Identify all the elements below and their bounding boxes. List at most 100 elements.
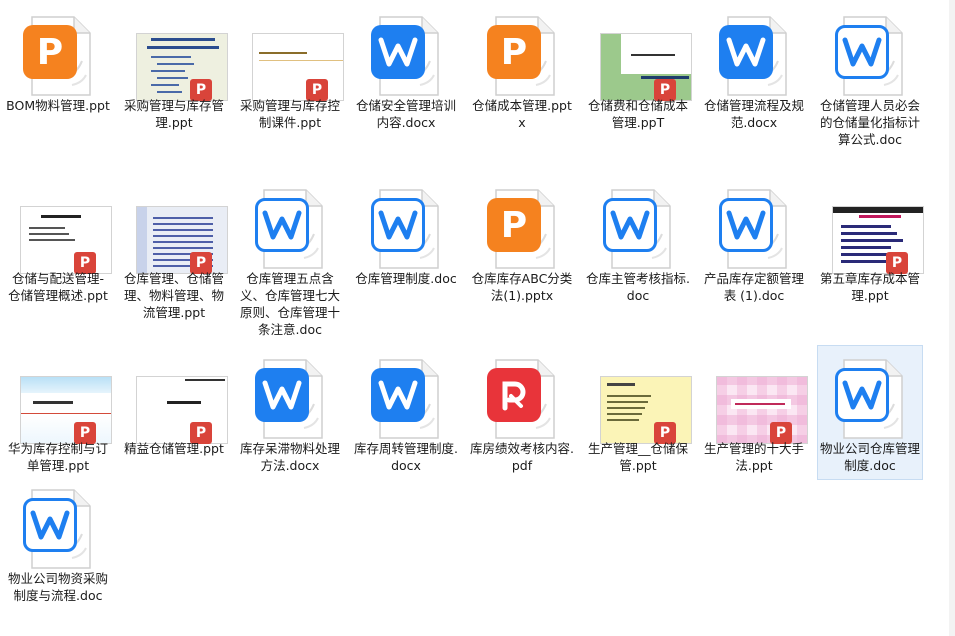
file-item[interactable]: P 仓储与配送管理-仓储管理概述.ppt [5,175,112,335]
file-thumbnail [16,486,100,570]
file-thumbnail: P [132,186,228,274]
slide-thumbnail [600,376,692,444]
wps-writer-icon [23,498,77,552]
wps-writer-icon [255,368,309,422]
file-name-label: 仓储管理人员必会的仓储量化指标计算公式.doc [819,98,920,147]
file-item[interactable]: P 仓储费和仓储成本管理.ppT [585,2,692,137]
file-thumbnail [596,186,680,270]
slide-thumbnail [600,33,692,101]
file-thumbnail: P [16,186,112,274]
file-thumbnail: P [16,13,100,97]
file-thumbnail: P [480,13,564,97]
file-name-label: 仓库管理五点含义、仓库管理七大原则、仓库管理十条注意.doc [239,271,340,337]
file-name-label: 物业公司仓库管理制度.doc [819,441,920,473]
slide-thumbnail [136,33,228,101]
file-thumbnail [248,186,332,270]
wps-writer-icon [371,25,425,79]
file-thumbnail [364,356,448,440]
file-item[interactable]: 库存呆滞物料处理方法.docx [237,345,343,480]
file-name-label: 仓储安全管理培训内容.docx [355,98,456,130]
file-thumbnail: P [16,356,112,444]
file-item[interactable]: P BOM物料管理.ppt [5,2,111,137]
file-name-label: 仓储管理流程及规范.docx [703,98,804,130]
file-thumbnail [364,13,448,97]
file-item[interactable]: P 精益仓储管理.ppt [121,345,228,480]
file-item[interactable]: P 华为库存控制与订单管理.ppt [5,345,112,480]
wps-writer-icon [603,198,657,252]
file-item[interactable]: 仓库主管考核指标.doc [585,175,691,335]
file-name-label: 仓库管理、仓储管理、物料管理、物流管理.ppt [123,271,224,320]
file-item[interactable]: P 第五章库存成本管理.ppt [817,175,924,335]
file-thumbnail [712,186,796,270]
file-name-label: 仓储费和仓储成本管理.ppT [587,98,688,130]
file-item[interactable]: P 仓储成本管理.pptx [469,2,575,137]
slide-thumbnail [832,206,924,274]
file-item[interactable]: 物业公司物资采购制度与流程.doc [5,475,111,635]
file-item[interactable]: P 仓库库存ABC分类法(1).pptx [469,175,575,335]
file-item[interactable]: P 采购管理与库存控制课件.ppt [237,2,344,137]
file-name-label: 生产管理__仓储保管.ppt [587,441,688,473]
wps-writer-icon [371,198,425,252]
file-item[interactable]: P 生产管理__仓储保管.ppt [585,345,692,480]
slide-thumbnail [716,376,808,444]
wps-writer-icon [255,198,309,252]
slide-thumbnail [20,206,112,274]
file-name-label: 仓库管理制度.doc [355,271,457,286]
file-name-label: 华为库存控制与订单管理.ppt [7,441,108,473]
slide-thumbnail [20,376,112,444]
vertical-scrollbar[interactable] [949,0,955,636]
file-thumbnail [480,356,564,440]
ppt-icon: P [487,25,541,79]
file-thumbnail: P [248,13,344,101]
slide-thumbnail [136,376,228,444]
file-thumbnail: P [132,13,228,101]
file-item[interactable]: P 生产管理的十大手法.ppt [701,345,808,480]
ppt-icon: P [23,25,77,79]
wps-writer-icon [719,198,773,252]
file-name-label: 仓库主管考核指标.doc [586,271,690,303]
file-item[interactable]: 仓储管理人员必会的仓储量化指标计算公式.doc [817,2,923,147]
wps-writer-icon [835,25,889,79]
file-item[interactable]: 库存周转管理制度.docx [353,345,459,480]
file-item[interactable]: 产品库存定额管理表 (1).doc [701,175,807,335]
file-name-label: 生产管理的十大手法.ppt [703,441,804,473]
file-name-label: BOM物料管理.ppt [6,98,110,113]
file-name-label: 采购管理与库存控制课件.ppt [239,98,340,130]
wps-writer-icon [371,368,425,422]
file-item[interactable]: P 采购管理与库存管理.ppt [121,2,228,137]
wps-writer-icon [719,25,773,79]
file-thumbnail [364,186,448,270]
file-thumbnail: P [596,13,692,101]
file-thumbnail: P [480,186,564,270]
file-thumbnail [248,356,332,440]
file-thumbnail [828,356,912,440]
file-name-label: 库存呆滞物料处理方法.docx [239,441,340,473]
file-name-label: 仓库库存ABC分类法(1).pptx [471,271,573,303]
file-name-label: 采购管理与库存管理.ppt [123,98,224,130]
file-item[interactable]: 仓库管理制度.doc [353,175,459,335]
file-thumbnail: P [828,186,924,274]
file-item[interactable]: 仓库管理五点含义、仓库管理七大原则、仓库管理十条注意.doc [237,175,343,337]
file-name-label: 精益仓储管理.ppt [124,441,224,456]
wps-writer-icon [835,368,889,422]
file-thumbnail [828,13,912,97]
file-thumbnail: P [132,356,228,444]
file-item[interactable]: P 仓库管理、仓储管理、物料管理、物流管理.ppt [121,175,228,335]
slide-thumbnail [136,206,228,274]
file-name-label: 物业公司物资采购制度与流程.doc [7,571,108,603]
file-name-label: 仓储与配送管理-仓储管理概述.ppt [8,271,108,303]
file-item[interactable]: 物业公司仓库管理制度.doc [817,345,923,480]
file-name-label: 产品库存定额管理表 (1).doc [703,271,804,303]
file-name-label: 仓储成本管理.pptx [472,98,572,130]
pdf-icon [487,368,541,422]
file-thumbnail: P [596,356,692,444]
file-item[interactable]: 仓储安全管理培训内容.docx [353,2,459,137]
file-thumbnail: P [712,356,808,444]
ppt-icon: P [487,198,541,252]
slide-thumbnail [252,33,344,101]
file-item[interactable]: 库房绩效考核内容.pdf [469,345,575,480]
file-item[interactable]: 仓储管理流程及规范.docx [701,2,807,137]
file-name-label: 库房绩效考核内容.pdf [470,441,574,473]
file-thumbnail [712,13,796,97]
file-name-label: 第五章库存成本管理.ppt [819,271,920,303]
